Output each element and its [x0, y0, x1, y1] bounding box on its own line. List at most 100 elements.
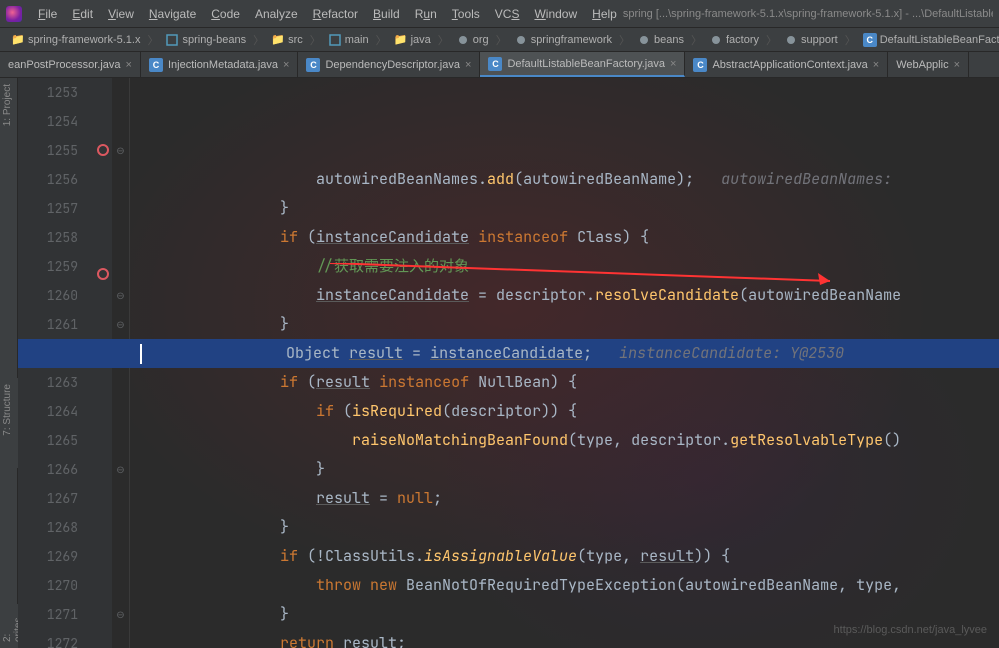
breakpoint-slot[interactable] [94, 558, 112, 587]
breadcrumb-item[interactable]: spring-beans [162, 33, 249, 47]
breakpoint-slot[interactable] [94, 107, 112, 136]
editor-tab[interactable]: eanPostProcessor.java× [0, 52, 141, 77]
breadcrumb-label: DefaultListableBeanFactory [880, 34, 999, 46]
fold-slot[interactable] [112, 107, 129, 136]
fold-slot[interactable] [112, 571, 129, 600]
fold-slot[interactable]: ⊖ [112, 281, 129, 310]
breakpoint-slot[interactable] [94, 231, 112, 260]
code-line[interactable]: } [130, 310, 999, 339]
breadcrumb-sep: 〉 [617, 32, 632, 48]
menu-code[interactable]: Code [205, 4, 246, 24]
breadcrumb-item[interactable]: 📁src [268, 33, 306, 47]
code-line[interactable]: if (!ClassUtils.isAssignableValue(type, … [130, 542, 999, 571]
code-area[interactable]: autowiredBeanNames.add(autowiredBeanName… [130, 78, 999, 648]
fold-slot[interactable]: ⊖ [112, 136, 129, 165]
breadcrumb-sep: 〉 [494, 32, 509, 48]
breakpoint-icon[interactable] [97, 268, 109, 280]
breadcrumb-item[interactable]: 📁spring-framework-5.1.x [8, 33, 143, 47]
code-line[interactable]: instanceCandidate = descriptor.resolveCa… [130, 281, 999, 310]
fold-slot[interactable] [112, 542, 129, 571]
fold-slot[interactable] [112, 194, 129, 223]
close-icon[interactable]: × [283, 59, 289, 71]
breakpoint-slot[interactable] [94, 297, 112, 326]
code-line[interactable]: Object result = instanceCandidate; insta… [130, 339, 999, 368]
close-icon[interactable]: × [465, 59, 471, 71]
fold-slot[interactable] [112, 368, 129, 397]
menu-tools[interactable]: Tools [446, 4, 486, 24]
editor-tab[interactable]: CDependencyDescriptor.java× [298, 52, 480, 77]
fold-slot[interactable]: ⊖ [112, 600, 129, 629]
breadcrumb-item[interactable]: springframework [511, 33, 615, 47]
code-line[interactable]: if (isRequired(descriptor)) { [130, 397, 999, 426]
fold-slot[interactable] [112, 78, 129, 107]
fold-slot[interactable] [112, 426, 129, 455]
tool-structure[interactable]: 7: Structure [0, 378, 15, 442]
breakpoint-slot[interactable] [94, 144, 112, 173]
breakpoint-slot[interactable] [94, 529, 112, 558]
menu-help[interactable]: Help [586, 4, 623, 24]
code-line[interactable]: if (instanceCandidate instanceof Class) … [130, 223, 999, 252]
tool-project[interactable]: 1: Project [0, 78, 15, 132]
watermark: https://blog.csdn.net/java_lyvee [834, 624, 987, 636]
code-line[interactable]: if (result instanceof NullBean) { [130, 368, 999, 397]
breakpoint-icon[interactable] [97, 144, 109, 156]
close-icon[interactable]: × [670, 58, 676, 70]
fold-slot[interactable] [112, 629, 129, 648]
close-icon[interactable]: × [126, 59, 132, 71]
breakpoint-slot[interactable] [94, 173, 112, 202]
breakpoint-slot[interactable] [94, 268, 112, 297]
close-icon[interactable]: × [954, 59, 960, 71]
fold-slot[interactable] [112, 513, 129, 542]
editor-tab[interactable]: CDefaultListableBeanFactory.java× [480, 52, 685, 77]
breakpoint-slot[interactable] [94, 500, 112, 529]
menu-file[interactable]: File [32, 4, 63, 24]
line-number: 1271 [18, 600, 78, 629]
breadcrumb-item[interactable]: factory [706, 33, 762, 47]
breakpoint-slot[interactable] [94, 616, 112, 645]
close-icon[interactable]: × [873, 59, 879, 71]
menu-run[interactable]: Run [409, 4, 443, 24]
breakpoint-slot[interactable] [94, 202, 112, 231]
code-line[interactable]: } [130, 513, 999, 542]
breadcrumb-item[interactable]: 📁java [391, 33, 434, 47]
code-line[interactable]: raiseNoMatchingBeanFound(type, descripto… [130, 426, 999, 455]
breadcrumb-item[interactable]: beans [634, 33, 687, 47]
menu-analyze[interactable]: Analyze [249, 4, 304, 24]
breadcrumb-item[interactable]: main [325, 33, 372, 47]
fold-slot[interactable]: ⊖ [112, 455, 129, 484]
code-line[interactable]: throw new BeanNotOfRequiredTypeException… [130, 571, 999, 600]
breadcrumb-item[interactable]: CDefaultListableBeanFactory [860, 33, 999, 47]
editor-tab[interactable]: WebApplic× [888, 52, 969, 77]
code-line[interactable]: //获取需要注入的对象 [130, 252, 999, 281]
breakpoint-slot[interactable] [94, 413, 112, 442]
breadcrumb-item[interactable]: org [453, 33, 492, 47]
code-line[interactable]: } [130, 455, 999, 484]
breakpoint-slot[interactable] [94, 471, 112, 500]
editor-tab[interactable]: CInjectionMetadata.java× [141, 52, 299, 77]
breadcrumb-item[interactable]: support [781, 33, 841, 47]
menu-vcs[interactable]: VCS [489, 4, 526, 24]
menu-view[interactable]: View [102, 4, 140, 24]
editor-tab[interactable]: CAbstractApplicationContext.java× [685, 52, 888, 77]
menu-window[interactable]: Window [528, 4, 583, 24]
fold-slot[interactable] [112, 484, 129, 513]
fold-slot[interactable] [112, 165, 129, 194]
breakpoint-slot[interactable] [94, 78, 112, 107]
menu-build[interactable]: Build [367, 4, 406, 24]
menu-refactor[interactable]: Refactor [307, 4, 364, 24]
code-editor[interactable]: 1253125412551256125712581259126012611262… [18, 78, 999, 648]
breakpoint-slot[interactable] [94, 587, 112, 616]
breakpoint-slot[interactable] [94, 442, 112, 471]
code-line[interactable]: autowiredBeanNames.add(autowiredBeanName… [130, 165, 999, 194]
menu-navigate[interactable]: Navigate [143, 4, 202, 24]
fold-slot[interactable] [112, 223, 129, 252]
breadcrumb-label: spring-beans [182, 34, 246, 46]
fold-slot[interactable]: ⊖ [112, 310, 129, 339]
breakpoint-slot[interactable] [94, 384, 112, 413]
fold-slot[interactable] [112, 397, 129, 426]
tab-label: AbstractApplicationContext.java [712, 59, 867, 71]
fold-slot[interactable] [112, 252, 129, 281]
code-line[interactable]: } [130, 194, 999, 223]
menu-edit[interactable]: Edit [66, 4, 99, 24]
code-line[interactable]: result = null; [130, 484, 999, 513]
